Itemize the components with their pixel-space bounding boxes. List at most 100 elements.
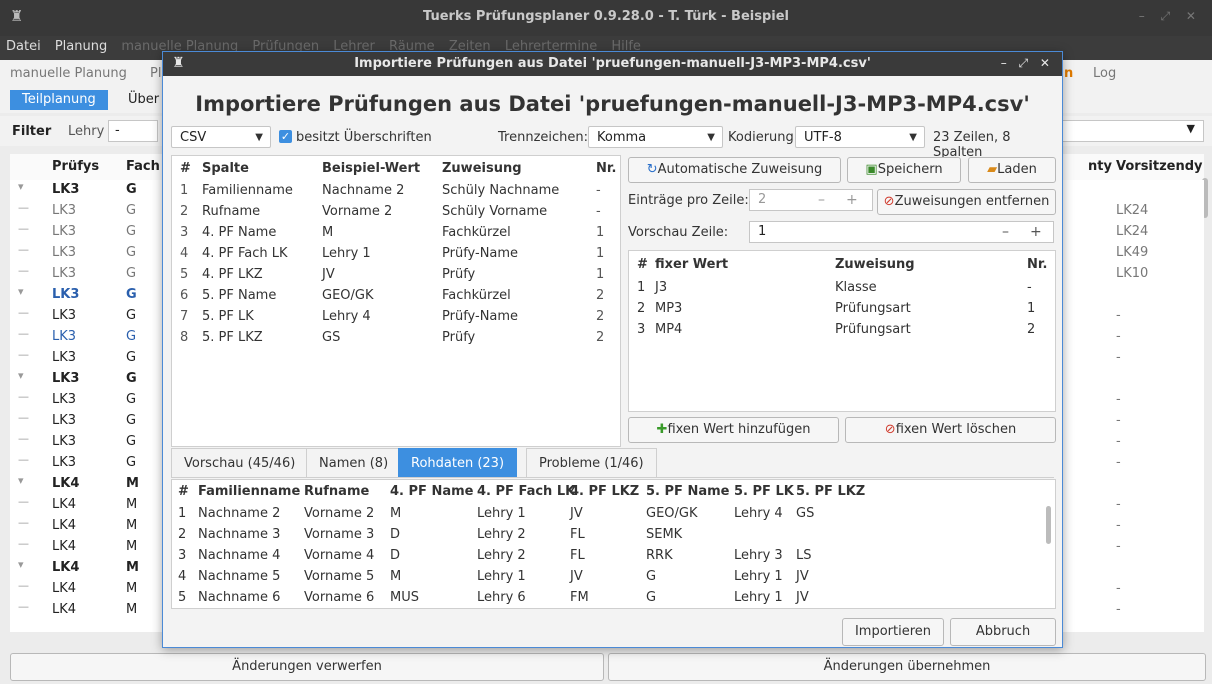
raw-data-row[interactable]: 5 Nachname 6 Vorname 6 MUS Lehry 6 FM G Lehry 1…	[172, 589, 1042, 608]
raw-data-scrollbar[interactable]	[1046, 506, 1051, 544]
separator-label: Trennzeichen:	[498, 130, 589, 145]
tree-line-icon: —	[18, 201, 29, 214]
mapping-header-cell[interactable]: #	[180, 161, 191, 176]
mode-manuelle-planung[interactable]: manuelle Planung	[10, 66, 127, 81]
tab-teilplanung[interactable]: Teilplanung	[10, 90, 108, 110]
mapping-header-cell[interactable]: Nr.	[596, 161, 616, 176]
plus-icon[interactable]: +	[1030, 222, 1042, 242]
row-fach: G	[126, 392, 137, 407]
mode-log[interactable]: Log	[1093, 66, 1116, 81]
raw-header-cell[interactable]: 5. PF Name	[646, 484, 729, 499]
preview-row-spinner[interactable]: 1 – +	[749, 221, 1054, 243]
dialog-window-controls[interactable]: – ⤢ ✕	[1001, 56, 1054, 71]
raw-data-cell: LS	[796, 548, 812, 563]
raw-data-cell: Lehry 1	[734, 590, 783, 605]
apply-changes-button[interactable]: Änderungen übernehmen	[608, 653, 1206, 681]
expand-toggle-icon[interactable]: ▾	[18, 180, 24, 193]
mode-planung[interactable]: Pl	[150, 66, 161, 81]
auto-assign-label: Automatische Zuweisung	[657, 162, 823, 177]
mapping-header-cell[interactable]: Spalte	[202, 161, 249, 176]
filter-right-select[interactable]: ▼	[1061, 120, 1204, 142]
raw-header-cell[interactable]: 5. PF LK	[734, 484, 794, 499]
header-pruefys[interactable]: Prüfys	[52, 159, 99, 174]
mapping-cell: 4. PF LKZ	[202, 267, 263, 282]
row-vorsitzendy: -	[1116, 497, 1121, 512]
entries-per-row-value: 2	[758, 192, 767, 207]
mapping-header-cell[interactable]: Beispiel-Wert	[322, 161, 420, 176]
fixed-header-cell[interactable]: #	[637, 257, 648, 272]
raw-data-cell: GS	[796, 506, 815, 521]
cancel-button[interactable]: Abbruch	[950, 618, 1056, 646]
summary-label: 23 Zeilen, 8 Spalten	[933, 130, 1011, 160]
add-fixed-value-button[interactable]: ✚fixen Wert hinzufügen	[628, 417, 839, 443]
mapping-header-cell[interactable]: Zuweisung	[442, 161, 522, 176]
tab-namen[interactable]: Namen (8)	[306, 448, 402, 477]
expand-toggle-icon[interactable]: ▾	[18, 474, 24, 487]
expand-toggle-icon[interactable]: ▾	[18, 558, 24, 571]
remove-assignments-button[interactable]: ⊘Zuweisungen entfernen	[877, 189, 1056, 215]
plus-icon[interactable]: +	[846, 190, 858, 210]
row-fach: M	[126, 497, 138, 512]
minus-icon[interactable]: –	[1002, 222, 1009, 242]
raw-header-cell[interactable]: 4. PF Fach LK	[477, 484, 575, 499]
filter-lehry-select[interactable]: -	[108, 120, 158, 142]
header-vorsitzendy[interactable]: Vorsitzendy	[1116, 159, 1203, 174]
mapping-cell: GEO/GK	[322, 288, 374, 303]
window-controls[interactable]: – ⤢ ✕	[1139, 9, 1202, 24]
auto-assign-button[interactable]: ↻Automatische Zuweisung	[628, 157, 841, 183]
raw-data-row[interactable]: 3 Nachname 4 Vorname 4 D Lehry 2 FL RRK Lehry 3…	[172, 547, 1042, 568]
discard-changes-button[interactable]: Änderungen verwerfen	[10, 653, 604, 681]
raw-data-row[interactable]: 1 Nachname 2 Vorname 2 M Lehry 1 JV GEO/GK Lehr…	[172, 505, 1042, 526]
mapping-row[interactable]: 3 4. PF Name M Fachkürzel 1	[172, 224, 620, 245]
raw-header-cell[interactable]: Familienname	[198, 484, 300, 499]
separator-select[interactable]: Komma ▼	[588, 126, 723, 148]
mapping-row[interactable]: 6 5. PF Name GEO/GK Fachkürzel 2	[172, 287, 620, 308]
dialog-title: Importiere Prüfungen aus Datei 'pruefung…	[354, 56, 871, 71]
fixed-row[interactable]: 2 MP3 Prüfungsart 1	[629, 300, 1055, 321]
mapping-row[interactable]: 2 Rufname Vorname 2 Schüly Vorname -	[172, 203, 620, 224]
mapping-row[interactable]: 8 5. PF LKZ GS Prüfy 2	[172, 329, 620, 350]
raw-header-cell[interactable]: Rufname	[304, 484, 369, 499]
tab-rohdaten[interactable]: Rohdaten (23)	[398, 448, 518, 477]
raw-header-cell[interactable]: 4. PF Name	[390, 484, 473, 499]
has-headers-checkbox[interactable]: ✓	[279, 130, 292, 143]
mapping-row[interactable]: 7 5. PF LK Lehry 4 Prüfy-Name 2	[172, 308, 620, 329]
menu-planung[interactable]: Planung	[49, 36, 111, 54]
mode-hidden-tab[interactable]: n	[1064, 66, 1073, 81]
mapping-row[interactable]: 1 Familienname Nachname 2 Schüly Nachname -	[172, 182, 620, 203]
raw-data-row[interactable]: 4 Nachname 5 Vorname 5 M Lehry 1 JV G Lehry 1 JV	[172, 568, 1042, 589]
filter-lehry-value: -	[115, 123, 120, 138]
chevron-down-icon: ▼	[707, 132, 715, 143]
expand-toggle-icon[interactable]: ▾	[18, 369, 24, 382]
raw-data-row[interactable]: 2 Nachname 3 Vorname 3 D Lehry 2 FL SEMK	[172, 526, 1042, 547]
fixed-header-cell[interactable]: Zuweisung	[835, 257, 915, 272]
fixed-row[interactable]: 1 J3 Klasse -	[629, 279, 1055, 300]
entries-per-row-spinner[interactable]: 2 – +	[749, 189, 873, 211]
menu-datei[interactable]: Datei	[0, 36, 45, 54]
fixed-header-cell[interactable]: Nr.	[1027, 257, 1047, 272]
fixed-row[interactable]: 3 MP4 Prüfungsart 2	[629, 321, 1055, 342]
row-pruefy: LK3	[52, 224, 77, 239]
tab-probleme[interactable]: Probleme (1/46)	[526, 448, 657, 477]
tab-vorschau[interactable]: Vorschau (45/46)	[171, 448, 309, 477]
save-icon: ▣	[865, 162, 878, 177]
expand-toggle-icon[interactable]: ▾	[18, 285, 24, 298]
raw-header-cell[interactable]: 4. PF LKZ	[570, 484, 639, 499]
header-vorsitz-partial[interactable]: nty	[1088, 159, 1112, 174]
minus-icon[interactable]: –	[818, 190, 825, 210]
raw-data-cell: 1	[178, 506, 187, 521]
mapping-row[interactable]: 4 4. PF Fach LK Lehry 1 Prüfy-Name 1	[172, 245, 620, 266]
save-button[interactable]: ▣Speichern	[847, 157, 961, 183]
raw-header-cell[interactable]: 5. PF LKZ	[796, 484, 865, 499]
mapping-row[interactable]: 5 4. PF LKZ JV Prüfy 1	[172, 266, 620, 287]
header-fach[interactable]: Fach	[126, 159, 160, 174]
format-select[interactable]: CSV ▼	[171, 126, 271, 148]
fixed-header-cell[interactable]: fixer Wert	[655, 257, 728, 272]
encoding-select[interactable]: UTF-8 ▼	[795, 126, 925, 148]
row-fach: G	[126, 413, 137, 428]
import-button[interactable]: Importieren	[842, 618, 944, 646]
raw-header-cell[interactable]: #	[178, 484, 189, 499]
delete-fixed-value-button[interactable]: ⊘fixen Wert löschen	[845, 417, 1056, 443]
raw-data-cell: JV	[796, 590, 809, 605]
load-button[interactable]: ▰Laden	[968, 157, 1056, 183]
